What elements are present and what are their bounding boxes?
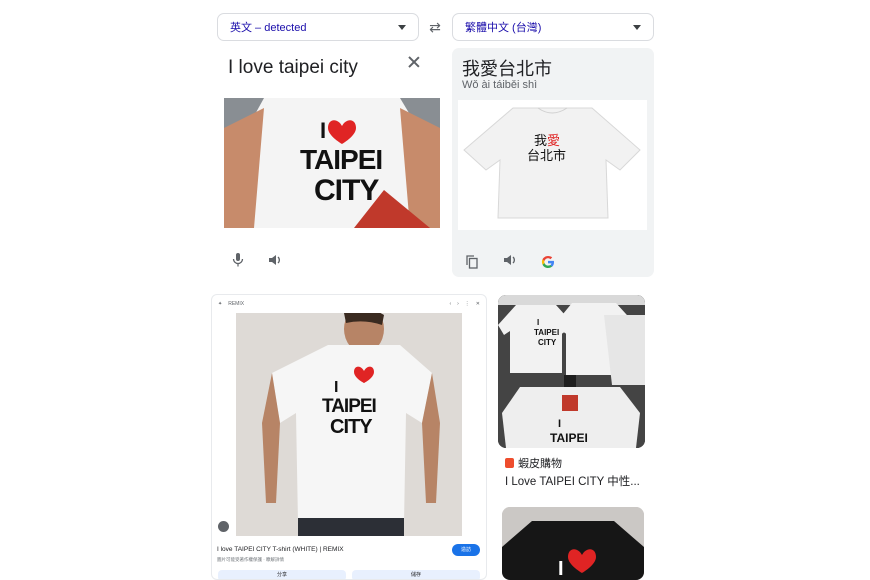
- source-language-select[interactable]: 英文 – detected: [217, 13, 419, 41]
- close-icon[interactable]: ✕: [476, 301, 480, 307]
- shirt-print-taipei: TAIPEI: [534, 328, 560, 337]
- speaker-icon[interactable]: [265, 250, 285, 270]
- shirt-print-taipei: TAIPEI: [550, 431, 588, 445]
- image-result-card[interactable]: ✦ REMIX ‹ › ⋮ ✕ I TAIPEI CITY I love TAI…: [211, 294, 487, 580]
- shop-name: 蝦皮購物: [518, 458, 562, 470]
- translation-text: 我愛台北市: [462, 59, 552, 80]
- card-header: ✦ REMIX ‹ › ⋮ ✕: [212, 295, 486, 312]
- card-copyright-note: 圖片可能受著作權保護 · 瞭解詳情: [217, 557, 284, 562]
- visit-button[interactable]: 造訪: [452, 544, 480, 556]
- microphone-icon[interactable]: [228, 250, 248, 270]
- source-image: I TAIPEI CITY: [224, 98, 440, 228]
- dropdown-caret-icon: [633, 24, 641, 30]
- shirt-print-i: I: [320, 118, 327, 143]
- shirt-print-taipei: TAIPEI: [300, 144, 383, 175]
- shirt-print-i: I: [558, 418, 562, 430]
- source-text-input[interactable]: I love taipei city: [228, 57, 358, 79]
- share-button[interactable]: 分享: [218, 570, 346, 579]
- result-image-2[interactable]: I: [502, 507, 644, 580]
- shirt-print-city: CITY: [314, 174, 379, 207]
- shopee-logo-icon: [505, 458, 514, 468]
- romanization-text: Wǒ ài táiběi shì: [462, 79, 538, 91]
- target-image: 我愛 台北市: [458, 100, 647, 230]
- target-language-label: 繁體中文 (台灣): [465, 22, 542, 34]
- shirt-print-i: I: [558, 558, 564, 580]
- shirt-print-city: CITY: [330, 416, 373, 438]
- shirt-print-city: CITY: [538, 338, 557, 347]
- shirt-print-wo: 我愛: [534, 134, 561, 149]
- site-name: REMIX: [228, 300, 245, 307]
- target-language-select[interactable]: 繁體中文 (台灣): [452, 13, 654, 41]
- prev-icon[interactable]: ‹: [449, 301, 451, 307]
- site-logo-icon: ✦: [218, 300, 223, 307]
- card-caption[interactable]: I love TAIPEI CITY T-shirt (WHITE) | REM…: [217, 546, 344, 553]
- copy-icon[interactable]: [462, 252, 482, 272]
- shop-result-title[interactable]: I Love TAIPEI CITY 中性...: [505, 473, 640, 489]
- dropdown-caret-icon: [398, 24, 406, 30]
- google-icon[interactable]: [538, 252, 558, 272]
- swap-languages-icon[interactable]: ⇄: [426, 18, 444, 36]
- shirt-print-i: I: [334, 379, 339, 396]
- clear-icon[interactable]: [405, 54, 423, 72]
- shop-source[interactable]: 蝦皮購物: [505, 455, 562, 471]
- save-button[interactable]: 儲存: [352, 570, 480, 579]
- shirt-print-i: I: [537, 318, 540, 327]
- shirt-print-taibeishi: 台北市: [527, 149, 567, 164]
- more-icon[interactable]: ⋮: [465, 301, 470, 307]
- lens-icon[interactable]: [218, 521, 229, 532]
- speaker-icon[interactable]: [500, 250, 520, 270]
- next-icon[interactable]: ›: [457, 301, 459, 307]
- card-image[interactable]: I TAIPEI CITY: [236, 313, 462, 536]
- source-language-label: 英文 – detected: [230, 22, 307, 34]
- shop-result-image[interactable]: I TAIPEI CITY I TAIPEI: [498, 295, 645, 448]
- shirt-print-taipei: TAIPEI: [322, 396, 377, 417]
